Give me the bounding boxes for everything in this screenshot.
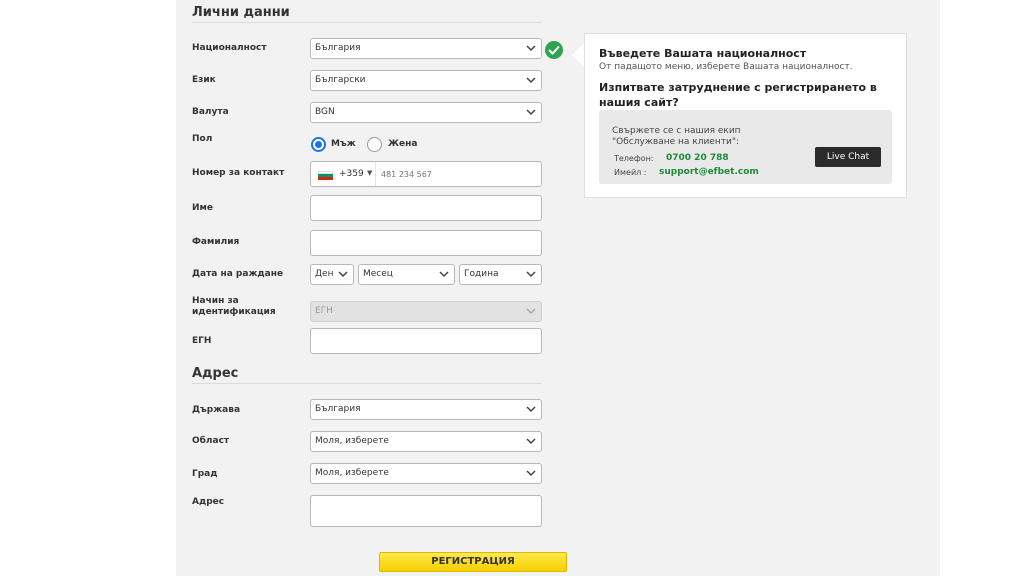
phone-key: Телефон: — [614, 154, 654, 163]
email-key: Имейл : — [614, 168, 647, 177]
tooltip-arrow — [572, 43, 584, 67]
country-select[interactable]: България — [310, 399, 542, 420]
region-select[interactable]: Моля, изберете — [310, 431, 542, 452]
first-name-input[interactable] — [310, 195, 542, 221]
currency-select[interactable]: BGN — [310, 102, 542, 123]
tooltip-subtitle: От падащото меню, изберете Вашата национ… — [599, 62, 853, 72]
language-select[interactable]: Български — [310, 70, 542, 91]
egn-label: ЕГН — [192, 336, 212, 346]
gender-label: Пол — [192, 134, 213, 144]
chevron-down-icon — [526, 109, 536, 116]
section-divider — [192, 383, 542, 384]
currency-label: Валута — [192, 107, 229, 117]
bulgaria-flag-icon — [318, 171, 333, 180]
phone-code[interactable]: +359 — [339, 169, 364, 179]
language-label: Език — [192, 75, 216, 85]
egn-input[interactable] — [310, 328, 542, 354]
phone-label: Номер за контакт — [192, 168, 285, 178]
chevron-down-icon — [526, 308, 536, 315]
city-value: Моля, изберете — [315, 468, 389, 478]
region-value: Моля, изберете — [315, 436, 389, 446]
birth-year-select[interactable]: Година — [459, 264, 542, 285]
country-label: Държава — [192, 405, 241, 415]
country-value: България — [315, 404, 361, 414]
birth-month-value: Месец — [363, 269, 393, 279]
gender-female-label: Жена — [388, 139, 418, 149]
last-name-label: Фамилия — [192, 237, 240, 247]
chevron-down-icon — [526, 77, 536, 84]
nationality-label: Националност — [192, 43, 267, 53]
caret-down-icon[interactable]: ▼ — [367, 169, 372, 177]
tooltip-title: Въведете Вашата националност — [599, 47, 807, 60]
currency-value: BGN — [315, 107, 335, 117]
id-method-select: ЕГН — [310, 301, 542, 322]
phone-divider — [375, 162, 376, 186]
city-label: Град — [192, 469, 218, 479]
region-label: Област — [192, 436, 230, 446]
phone-field[interactable]: +359 ▼ 481 234 567 — [310, 161, 542, 187]
language-value: Български — [315, 75, 366, 85]
birth-day-select[interactable]: Ден — [310, 264, 354, 285]
chevron-down-icon — [338, 271, 348, 278]
nationality-value: България — [315, 43, 361, 53]
check-valid-icon — [545, 41, 563, 59]
last-name-input[interactable] — [310, 230, 542, 256]
contact-line-2: "Обслужване на клиенти": — [612, 137, 739, 147]
register-button[interactable]: РЕГИСТРАЦИЯ — [379, 552, 567, 572]
id-method-label: Начин за идентификация — [192, 296, 276, 317]
help-question: Изпитвате затруднение с регистрирането в… — [599, 81, 877, 109]
address-label: Адрес — [192, 497, 225, 507]
contact-line-1: Свържете се с нашия екип — [612, 126, 741, 136]
phone-placeholder[interactable]: 481 234 567 — [381, 170, 432, 179]
birth-year-value: Година — [464, 269, 499, 279]
live-chat-button[interactable]: Live Chat — [815, 147, 881, 167]
gender-male-radio[interactable] — [311, 137, 326, 152]
birth-date-label: Дата на раждане — [192, 269, 284, 279]
chevron-down-icon — [526, 438, 536, 445]
chevron-down-icon — [526, 271, 536, 278]
support-phone[interactable]: 0700 20 788 — [666, 153, 729, 163]
birth-day-value: Ден — [315, 269, 334, 279]
gender-male-label: Мъж — [331, 139, 356, 149]
support-email-link[interactable]: support@efbet.com — [659, 167, 759, 177]
chevron-down-icon — [439, 271, 449, 278]
id-method-value: ЕГН — [315, 306, 333, 316]
gender-female-radio[interactable] — [367, 137, 382, 152]
section-title-address: Адрес — [192, 366, 239, 381]
section-divider — [192, 22, 542, 23]
address-input[interactable] — [310, 495, 542, 527]
birth-month-select[interactable]: Месец — [358, 264, 455, 285]
chevron-down-icon — [526, 470, 536, 477]
nationality-select[interactable]: България — [310, 38, 542, 59]
chevron-down-icon — [526, 45, 536, 52]
section-title-personal: Лични данни — [192, 5, 290, 20]
city-select[interactable]: Моля, изберете — [310, 463, 542, 484]
first-name-label: Име — [192, 203, 213, 213]
chevron-down-icon — [526, 406, 536, 413]
